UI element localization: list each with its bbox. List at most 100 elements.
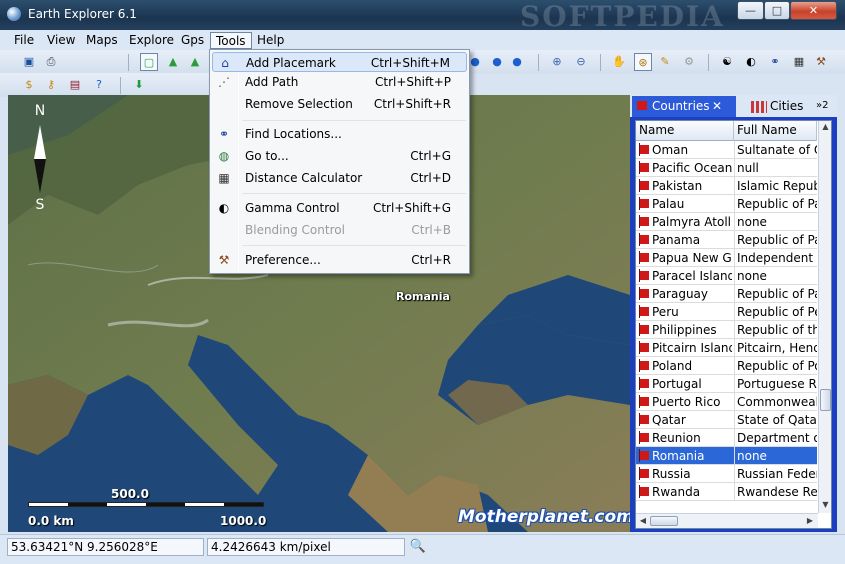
tab-cities[interactable]: Cities <box>744 96 814 117</box>
vertical-scrollbar[interactable]: ▲ ▼ <box>818 121 831 513</box>
help-icon[interactable]: ? <box>90 76 108 94</box>
select-mode-icon[interactable]: ▢ <box>140 53 158 71</box>
maximize-button[interactable]: □ <box>764 1 790 20</box>
country-name-cell: Qatar <box>652 413 686 427</box>
tools-icon[interactable]: ⚒ <box>812 53 830 71</box>
globe-icon: ◍ <box>218 149 230 163</box>
table-row[interactable]: Peru Republic of Peru <box>636 303 817 321</box>
menu-item-find-locations[interactable]: ⚭ Find Locations... <box>212 124 467 144</box>
column-header-full-name[interactable]: Full Name <box>734 121 817 141</box>
path-icon: ⋰ <box>218 75 230 89</box>
compass-north-label: N <box>34 103 46 119</box>
book-icon[interactable]: ▤ <box>66 76 84 94</box>
country-name-cell: Oman <box>652 143 689 157</box>
table-row[interactable]: Paraguay Republic of Paraguay <box>636 285 817 303</box>
target-icon[interactable]: ⊛ <box>634 53 652 71</box>
zoom-in-icon[interactable]: ⊕ <box>548 53 566 71</box>
table-row[interactable]: Qatar State of Qatar <box>636 411 817 429</box>
country-name-cell: Russia <box>652 467 691 481</box>
country-name-cell: Romania <box>652 449 705 463</box>
table-row[interactable]: Papua New G... Independent State <box>636 249 817 267</box>
calculator-icon[interactable]: ▦ <box>790 53 808 71</box>
scroll-down-icon[interactable]: ▼ <box>819 499 831 511</box>
tab-countries[interactable]: Countries ✕ <box>632 96 736 117</box>
menu-item-remove-selection[interactable]: Remove Selection Ctrl+Shift+R <box>212 94 467 114</box>
menu-bar: File View Maps Explore Gps Tools Help <box>0 30 845 50</box>
close-tab-icon[interactable]: ✕ <box>712 96 722 116</box>
table-row[interactable]: Romania none <box>636 447 817 465</box>
menu-tools[interactable]: Tools <box>210 32 252 49</box>
nav-right-icon[interactable]: ● <box>488 53 506 71</box>
key-icon[interactable]: ⚷ <box>42 76 60 94</box>
table-row[interactable]: Reunion Department of <box>636 429 817 447</box>
menu-view[interactable]: View <box>42 32 80 49</box>
nav-stop-icon[interactable]: ● <box>508 53 526 71</box>
scale-left-label: 0.0 km <box>28 514 74 528</box>
table-row[interactable]: Panama Republic of Panama <box>636 231 817 249</box>
country-name-cell: Rwanda <box>652 485 701 499</box>
hscroll-thumb[interactable] <box>650 516 678 526</box>
yin-yang-icon[interactable]: ☯ <box>718 53 736 71</box>
close-button[interactable]: ✕ <box>790 1 837 20</box>
column-header-name[interactable]: Name <box>636 121 734 141</box>
table-row[interactable]: Puerto Rico Commonwealth <box>636 393 817 411</box>
table-row[interactable]: Pitcairn Islands Pitcairn, Henderson <box>636 339 817 357</box>
scroll-left-icon[interactable]: ◀ <box>637 515 649 527</box>
country-name-cell: Panama <box>652 233 701 247</box>
table-row[interactable]: Rwanda Rwandese Republic <box>636 483 817 501</box>
menu-item-go-to[interactable]: ◍ Go to... Ctrl+G <box>212 146 467 166</box>
print-icon[interactable]: ⎙ <box>42 53 60 71</box>
motherplanet-logo: Motherplanet.com <box>458 507 630 527</box>
menu-gps[interactable]: Gps <box>176 32 209 49</box>
flag-icon <box>639 395 649 408</box>
scroll-up-icon[interactable]: ▲ <box>819 121 831 133</box>
contrast-icon[interactable]: ◐ <box>742 53 760 71</box>
placemark-mode-icon[interactable]: ▲ <box>164 53 182 71</box>
table-row[interactable]: Pacific Ocean null <box>636 159 817 177</box>
search-icon[interactable]: 🔍 <box>407 537 429 557</box>
binoculars-icon[interactable]: ⚭ <box>766 53 784 71</box>
flag-icon <box>637 101 647 110</box>
tab-overflow-button[interactable]: »2 <box>816 96 836 117</box>
menu-file[interactable]: File <box>9 32 39 49</box>
pan-hand-icon[interactable]: ✋ <box>610 53 628 71</box>
dollar-icon[interactable]: $ <box>20 76 38 94</box>
minimize-button[interactable]: — <box>737 1 764 20</box>
country-name-cell: Paraguay <box>652 287 709 301</box>
save-icon[interactable]: ▣ <box>20 53 38 71</box>
menu-item-distance-calculator[interactable]: ▦ Distance Calculator Ctrl+D <box>212 168 467 188</box>
country-full-name-cell: Republic of Paraguay <box>737 287 817 301</box>
tools-icon: ⚒ <box>218 253 230 267</box>
download-icon[interactable]: ⬇ <box>130 76 148 94</box>
menu-explore[interactable]: Explore <box>124 32 179 49</box>
zoom-out-icon[interactable]: ⊖ <box>572 53 590 71</box>
calculator-icon: ▦ <box>218 171 230 185</box>
menu-help[interactable]: Help <box>252 32 289 49</box>
menu-item-preference[interactable]: ⚒ Preference... Ctrl+R <box>212 250 467 270</box>
compass-needle-south-icon <box>34 159 46 193</box>
table-row[interactable]: Philippines Republic of the <box>636 321 817 339</box>
country-full-name-cell: Portuguese Republic <box>737 377 817 391</box>
country-full-name-cell: none <box>737 269 767 283</box>
table-row[interactable]: Russia Russian Federation <box>636 465 817 483</box>
flag-icon <box>639 143 649 156</box>
menu-item-add-path[interactable]: ⋰ Add Path Ctrl+Shift+P <box>212 72 467 92</box>
table-row[interactable]: Paracel Islands none <box>636 267 817 285</box>
gear-icon[interactable]: ⚙ <box>680 53 698 71</box>
flag-icon <box>639 323 649 336</box>
table-row[interactable]: Palmyra Atoll none <box>636 213 817 231</box>
menu-item-add-placemark[interactable]: ⌂ Add Placemark Ctrl+Shift+M <box>212 52 467 72</box>
path-mode-icon[interactable]: ▲ <box>186 53 204 71</box>
table-row[interactable]: Portugal Portuguese Republic <box>636 375 817 393</box>
horizontal-scrollbar[interactable]: ◀ ▶ <box>636 513 818 528</box>
table-row[interactable]: Pakistan Islamic Republic <box>636 177 817 195</box>
ruler-icon[interactable]: ✎ <box>656 53 674 71</box>
menu-item-gamma-control[interactable]: ◐ Gamma Control Ctrl+Shift+G <box>212 198 467 218</box>
table-row[interactable]: Palau Republic of Palau <box>636 195 817 213</box>
table-row[interactable]: Oman Sultanate of Oman <box>636 141 817 159</box>
map-place-label[interactable]: Romania <box>396 290 450 303</box>
menu-maps[interactable]: Maps <box>81 32 123 49</box>
table-row[interactable]: Poland Republic of Poland <box>636 357 817 375</box>
scroll-right-icon[interactable]: ▶ <box>804 515 816 527</box>
scroll-thumb[interactable] <box>820 389 831 411</box>
